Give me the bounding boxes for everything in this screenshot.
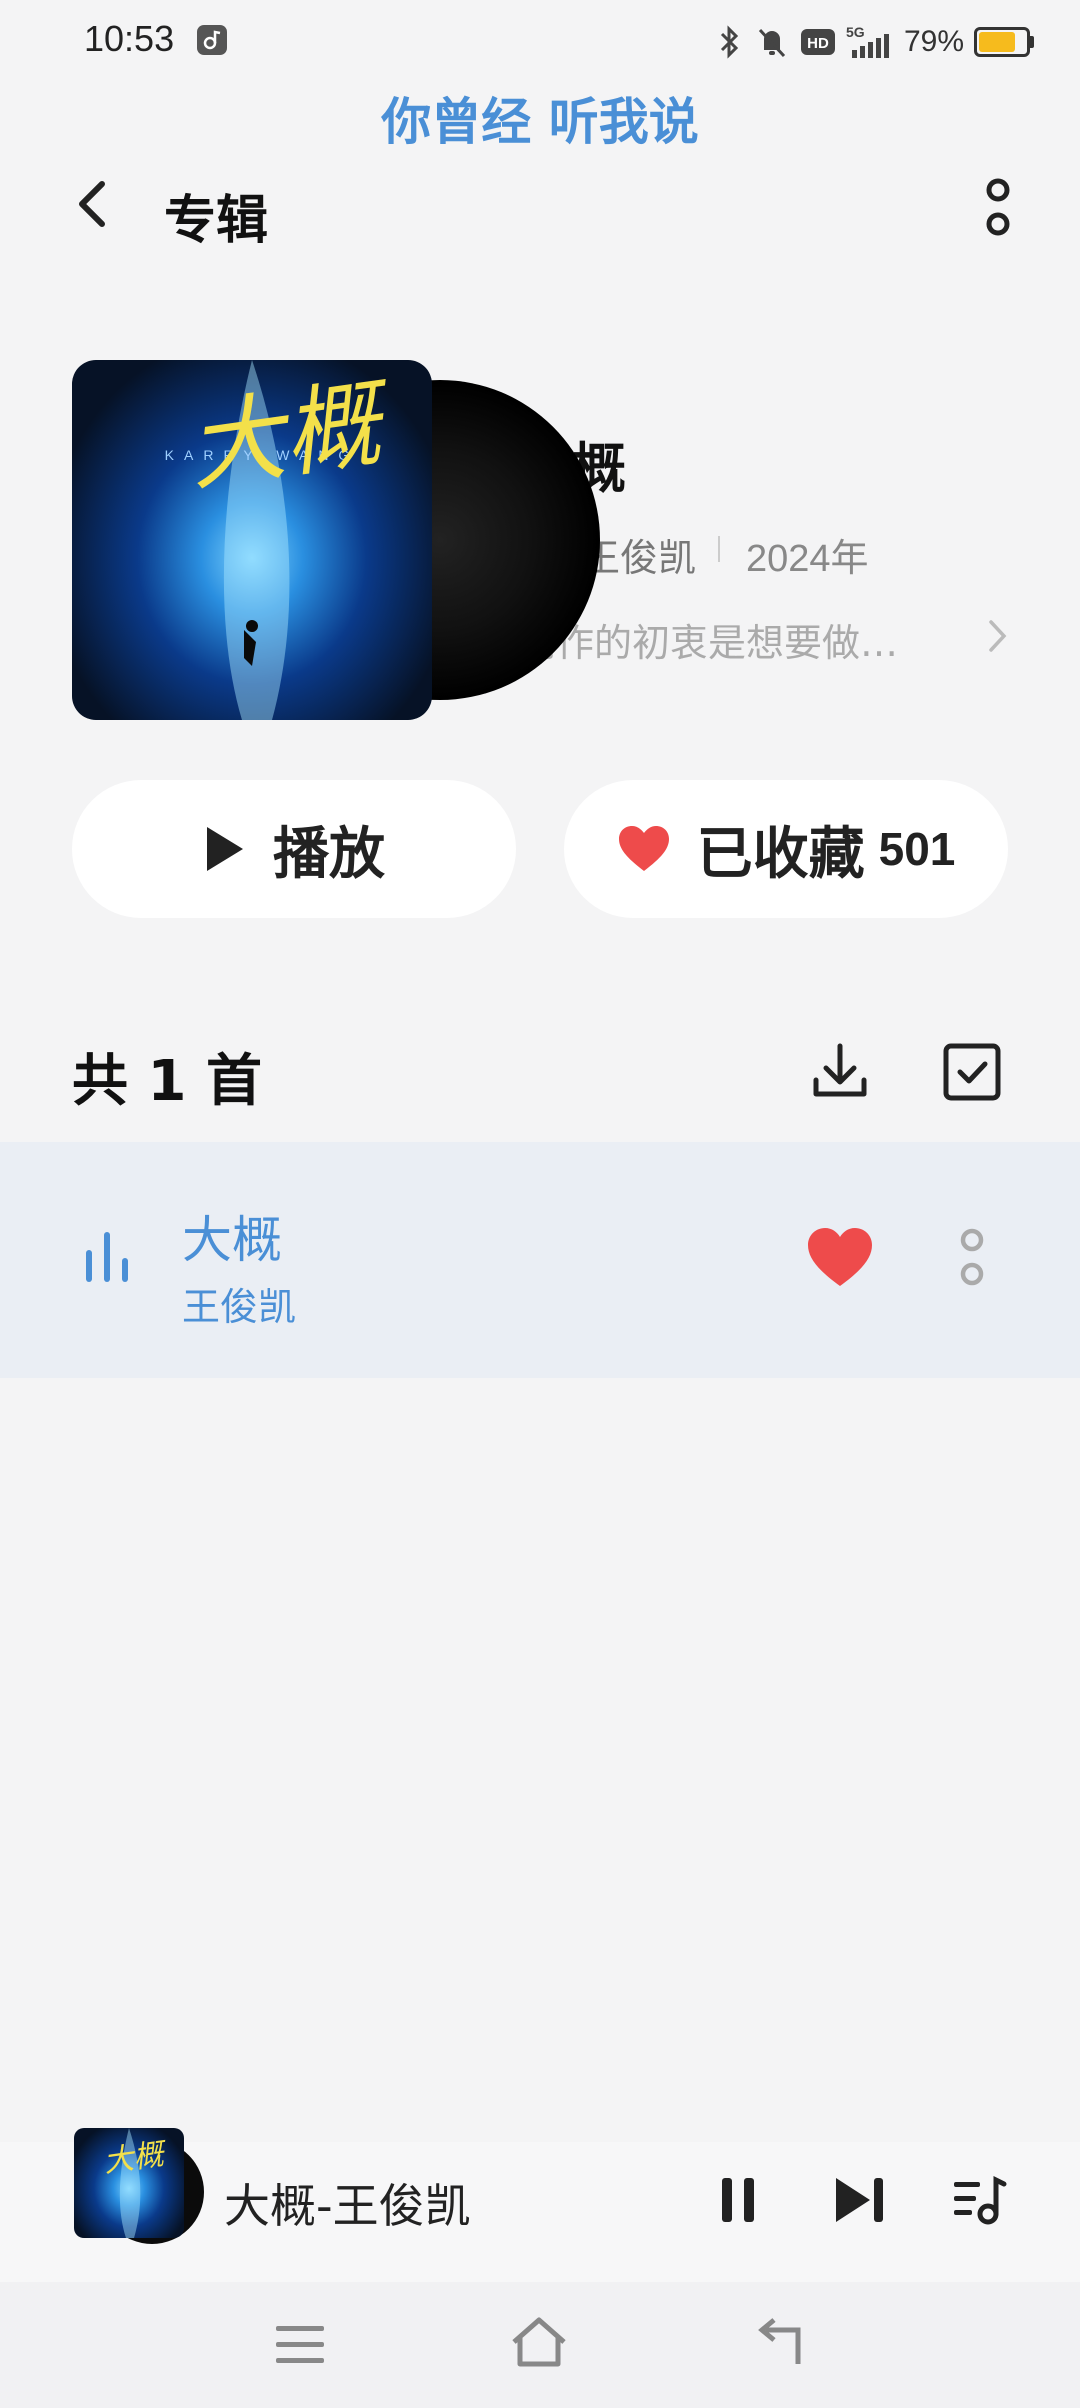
song-more-button[interactable] <box>952 1224 992 1292</box>
song-row[interactable] <box>0 1142 1080 1378</box>
album-cover-art: KARRY WANG 大概 <box>165 360 400 720</box>
album-year: 2024年 <box>746 538 869 580</box>
status-time: 10:53 <box>84 18 175 59</box>
battery-icon <box>974 27 1034 57</box>
play-label: 播放 <box>273 821 385 887</box>
battery-fill <box>979 32 1016 52</box>
back-button[interactable] <box>66 176 122 232</box>
5g-signal-icon: 5G <box>846 24 889 58</box>
meta-divider <box>718 536 720 562</box>
pause-icon[interactable] <box>716 2172 760 2228</box>
menu-icon[interactable] <box>272 2322 328 2368</box>
hd-icon: HD <box>800 29 835 55</box>
status-icons: HD 5G 79% <box>716 20 1034 64</box>
music-app-icon <box>197 25 227 55</box>
mini-album-cover[interactable]: 大概 <box>74 2128 184 2238</box>
multi-select-icon[interactable] <box>940 1040 1004 1104</box>
favorite-count: 501 <box>878 823 956 875</box>
system-back-icon[interactable] <box>750 2314 808 2370</box>
album-cover[interactable]: KARRY WANG 大概 <box>72 360 432 720</box>
song-favorite-heart-icon[interactable] <box>806 1226 874 1290</box>
chevron-right-icon[interactable] <box>982 616 1012 656</box>
mute-icon <box>758 28 786 58</box>
lyric-banner[interactable]: 你曾经 听我说 <box>0 82 1080 154</box>
song-count: 共 1 首 <box>72 1049 262 1114</box>
battery-percent: 79% <box>903 25 964 58</box>
bluetooth-icon <box>720 25 739 59</box>
song-artist: 王俊凯 <box>182 1285 297 1329</box>
now-playing-equalizer-icon <box>86 1232 128 1282</box>
home-icon[interactable] <box>508 2314 570 2370</box>
play-icon <box>207 827 243 871</box>
next-track-icon[interactable] <box>832 2172 888 2228</box>
play-all-button[interactable]: 播放 <box>72 780 516 918</box>
favorite-label: 已收藏 <box>696 821 865 887</box>
cover-title: 大概 <box>181 365 400 504</box>
download-icon[interactable] <box>808 1040 872 1104</box>
playlist-queue-icon[interactable] <box>950 2172 1008 2228</box>
page-title: 专辑 <box>164 191 269 251</box>
svg-text:HD: HD <box>807 35 829 52</box>
favorite-button[interactable]: 已收藏 501 <box>564 780 1008 918</box>
svg-text:5G: 5G <box>846 24 865 40</box>
song-title: 大概 <box>182 1211 282 1269</box>
mini-cover-title: 大概 <box>101 2136 169 2180</box>
mini-player-title[interactable]: 大概-王俊凯 <box>224 2170 471 2236</box>
more-options-button[interactable] <box>968 174 1028 244</box>
heart-icon <box>618 826 669 871</box>
mini-cover-art: 大概 <box>101 2128 170 2238</box>
